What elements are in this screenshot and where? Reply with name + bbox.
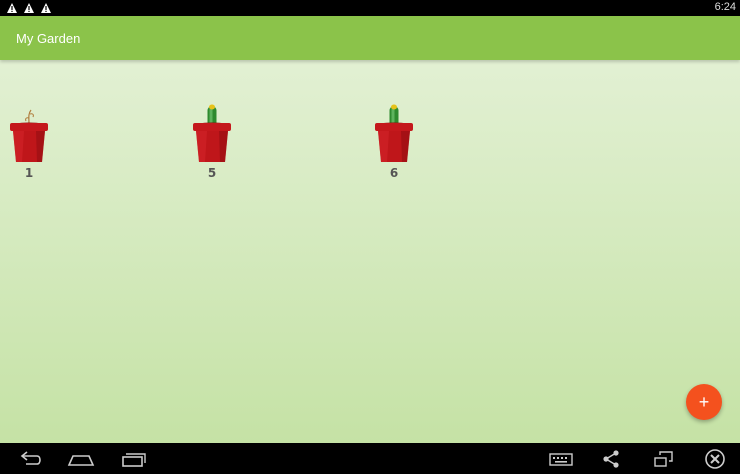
sprout-pot-icon bbox=[10, 109, 48, 162]
keyboard-icon[interactable] bbox=[548, 447, 574, 471]
window-icon[interactable] bbox=[652, 447, 676, 471]
status-bar: 6:24 bbox=[0, 0, 740, 16]
close-icon[interactable] bbox=[703, 447, 727, 471]
navigation-bar bbox=[0, 443, 740, 474]
back-icon[interactable] bbox=[16, 447, 44, 471]
pot-label: 6 bbox=[389, 166, 399, 180]
recents-icon[interactable] bbox=[119, 447, 147, 471]
warning-icon bbox=[24, 3, 34, 13]
warning-icon bbox=[7, 3, 17, 13]
pot-label: 1 bbox=[24, 166, 34, 180]
status-time: 6:24 bbox=[714, 1, 736, 13]
pot-item[interactable]: 1 bbox=[4, 102, 54, 182]
garden-content: 1 5 6 + bbox=[0, 60, 740, 443]
home-icon[interactable] bbox=[66, 447, 96, 471]
share-icon[interactable] bbox=[600, 447, 622, 471]
pot-item[interactable]: 6 bbox=[369, 102, 419, 182]
pot-item[interactable]: 5 bbox=[187, 102, 237, 182]
pot-label: 5 bbox=[207, 166, 217, 180]
add-pot-button[interactable]: + bbox=[686, 384, 722, 420]
app-bar: My Garden bbox=[0, 16, 740, 60]
cactus-pot-icon bbox=[193, 104, 231, 162]
cactus-pot-icon bbox=[375, 104, 413, 162]
app-title: My Garden bbox=[16, 31, 81, 46]
warning-icon bbox=[41, 3, 51, 13]
plus-icon: + bbox=[698, 392, 710, 412]
